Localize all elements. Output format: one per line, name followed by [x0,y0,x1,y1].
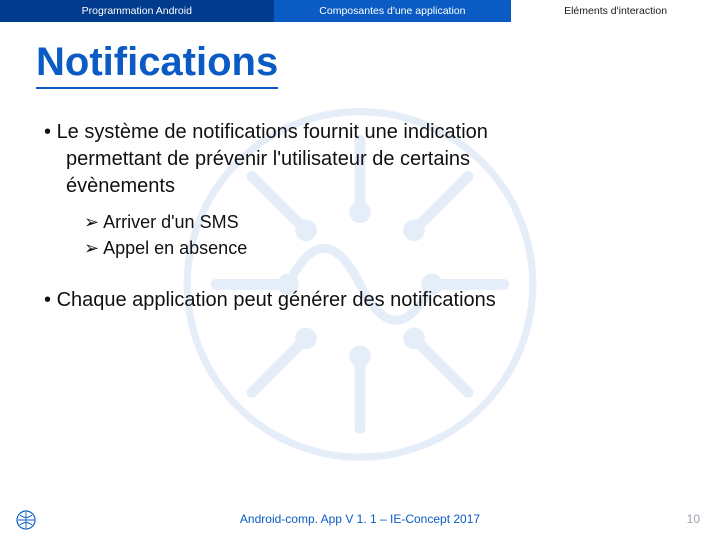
sub-bullet-item: Appel en absence [84,236,684,260]
tab-label: Eléments d'interaction [564,5,667,17]
bullet-text: Chaque application peut générer des noti… [57,289,496,311]
bullet-item: Chaque application peut générer des noti… [44,287,684,314]
tab-label: Composantes d'une application [319,5,465,17]
tab-composantes: Composantes d'une application [274,0,512,22]
sub-bullet-text: Arriver d'un SMS [103,212,238,232]
tab-label: Programmation Android [82,5,192,17]
slide-content: Notifications Le système de notification… [0,22,720,314]
footer-text: Android-comp. App V 1. 1 – IE-Concept 20… [0,512,720,526]
page-number: 10 [687,512,700,526]
page-title: Notifications [36,40,278,89]
tab-programmation: Programmation Android [0,0,274,22]
tab-elements: Eléments d'interaction [511,0,720,22]
bullet-text-line: permettant de prévenir l'utilisateur de … [66,146,684,173]
sub-bullet-list: Arriver d'un SMS Appel en absence [84,210,684,261]
bullet-item: Le système de notifications fournit une … [44,119,684,200]
bullet-text-line: évènements [66,173,684,200]
sub-bullet-text: Appel en absence [103,238,247,258]
bullet-text: Le système de notifications fournit une … [57,121,488,143]
header-tabs: Programmation Android Composantes d'une … [0,0,720,22]
bullet-list: Le système de notifications fournit une … [36,119,684,314]
sub-bullet-item: Arriver d'un SMS [84,210,684,234]
